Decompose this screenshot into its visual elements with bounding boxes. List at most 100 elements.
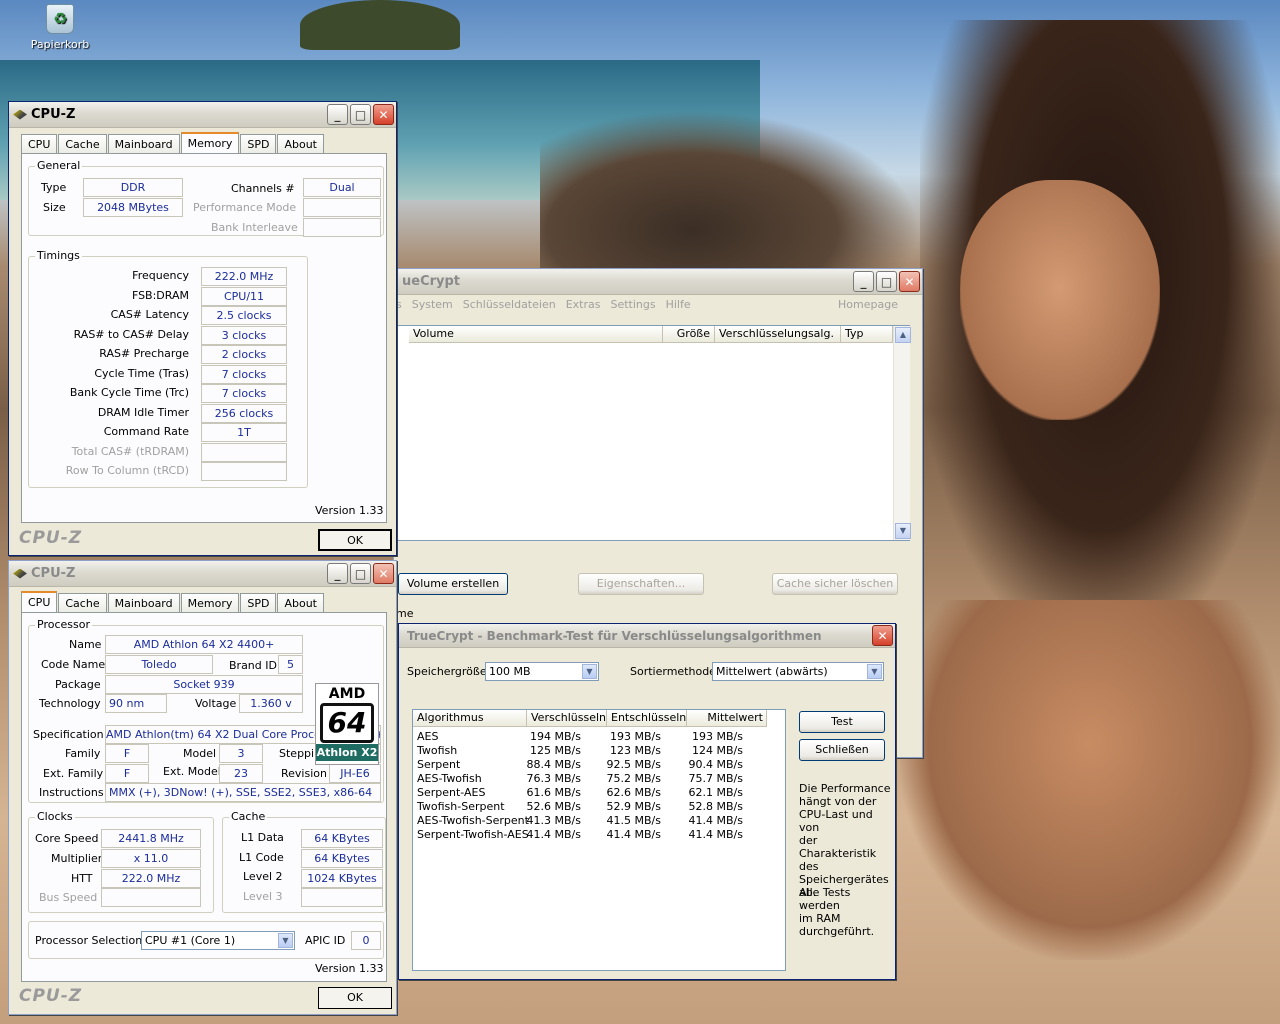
benchmark-titlebar[interactable]: TrueCrypt - Benchmark-Test für Verschlüs… [399, 624, 895, 648]
truecrypt-menubar: s System Schlüsseldateien Extras Setting… [396, 298, 922, 316]
l1-code-value: 64 KBytes [301, 849, 383, 868]
table-row[interactable]: Twofish-Serpent 52.6 MB/s 52.9 MB/s 52.8 MB… [417, 800, 767, 814]
recycle-bin-desktop-icon[interactable]: Papierkorb [30, 4, 90, 51]
tab-about[interactable]: About [277, 593, 324, 613]
create-volume-button[interactable]: Volume erstellen [398, 573, 508, 595]
col-header-mean[interactable]: Mittelwert [687, 710, 767, 727]
minimize-button[interactable]: _ [327, 563, 348, 584]
volume-list-scrollbar[interactable]: ▲ ▼ [893, 326, 911, 540]
processor-selection-select[interactable]: CPU #1 (Core 1) ▼ [141, 931, 295, 950]
menu-item-system[interactable]: System [412, 298, 453, 316]
note-line: hängt von der [799, 795, 877, 808]
mean-cell: 124 MB/s [692, 744, 743, 757]
apic-id-value: 0 [351, 931, 381, 950]
table-row[interactable]: AES-Twofish-Serpent 41.3 MB/s 41.5 MB/s 41.… [417, 814, 767, 828]
col-header-decrypt[interactable]: Entschlüsseln [607, 710, 687, 727]
mean-cell: 90.4 MB/s [688, 758, 743, 771]
timing-label: RAS# Precharge [99, 347, 189, 360]
tab-spd[interactable]: SPD [240, 593, 277, 613]
chevron-down-icon[interactable]: ▼ [582, 664, 597, 679]
cpuz-cpu-titlebar[interactable]: CPU-Z _ □ ✕ [9, 561, 396, 587]
close-button[interactable]: ✕ [373, 563, 394, 584]
truecrypt-titlebar[interactable]: ueCrypt _ □ ✕ [394, 269, 922, 295]
timing-label: Bank Cycle Time (Trc) [69, 386, 189, 399]
col-header-type[interactable]: Typ [841, 326, 893, 343]
ok-button[interactable]: OK [318, 529, 392, 551]
bank-interleave-value [303, 218, 381, 237]
recycle-bin-icon [46, 4, 74, 34]
col-header-encrypt[interactable]: Verschlüsseln [527, 710, 607, 727]
bus-speed-label: Bus Speed [39, 891, 98, 904]
minimize-button[interactable]: _ [327, 104, 348, 125]
note-line: Die Performance [799, 782, 891, 795]
col-header-size[interactable]: Größe [663, 326, 715, 343]
ok-button[interactable]: OK [318, 987, 392, 1009]
recycle-bin-label: Papierkorb [30, 38, 90, 51]
close-dialog-button[interactable]: Schließen [799, 739, 885, 761]
col-header-algorithm[interactable]: Algorithmus [413, 710, 527, 727]
table-row[interactable]: Serpent-Twofish-AES 41.4 MB/s 41.4 MB/s 41.… [417, 828, 767, 842]
cpuz-memory-titlebar[interactable]: CPU-Z _ □ ✕ [9, 102, 396, 128]
type-label: Type [41, 181, 67, 194]
tab-mainboard[interactable]: Mainboard [107, 134, 180, 154]
ext-family-value: F [105, 764, 149, 783]
technology-value: 90 nm [105, 694, 167, 713]
buffer-size-select[interactable]: 100 MB ▼ [485, 662, 599, 681]
tab-cpu[interactable]: CPU [21, 134, 58, 154]
chevron-down-icon[interactable]: ▼ [278, 933, 293, 948]
algorithm-cell: AES-Twofish-Serpent [417, 814, 529, 827]
timing-value: CPU/11 [201, 286, 287, 306]
close-button[interactable]: ✕ [899, 271, 920, 292]
tab-cpu[interactable]: CPU [21, 591, 58, 613]
tab-spd[interactable]: SPD [240, 134, 277, 154]
wipe-cache-button[interactable]: Cache sicher löschen [772, 573, 898, 595]
amd-logo-text: AMD [328, 686, 366, 702]
cpuz-memory-title: CPU-Z [31, 107, 76, 122]
note-line: CPU-Last und von [799, 808, 873, 834]
test-button[interactable]: Test [799, 711, 885, 733]
col-header-algorithm[interactable]: Verschlüsselungsalg. [715, 326, 841, 343]
performance-note: Die Performance hängt von der CPU-Last u… [799, 782, 893, 899]
specification-label: Specification [33, 728, 104, 741]
menu-item-settings[interactable]: Settings [610, 298, 655, 316]
maximize-button[interactable]: □ [350, 563, 371, 584]
menu-item-extras[interactable]: Extras [566, 298, 601, 316]
size-label: Size [43, 201, 66, 214]
table-row[interactable]: Serpent 88.4 MB/s 92.5 MB/s 90.4 MB/s [417, 758, 767, 772]
benchmark-results-list[interactable]: Algorithmus Verschlüsseln Entschlüsseln … [412, 709, 786, 971]
benchmark-close-button[interactable]: ✕ [872, 625, 893, 646]
scroll-up-button[interactable]: ▲ [895, 327, 911, 343]
clocks-legend: Clocks [35, 810, 75, 823]
buffer-size-label: Speichergröße: [407, 665, 491, 678]
menu-item-help[interactable]: Hilfe [666, 298, 691, 316]
tab-about[interactable]: About [277, 134, 324, 154]
minimize-button[interactable]: _ [853, 271, 874, 292]
close-button[interactable]: ✕ [373, 104, 394, 125]
tab-memory[interactable]: Memory [180, 132, 240, 154]
ext-model-label: Ext. Model [163, 765, 221, 778]
decrypt-cell: 41.4 MB/s [606, 828, 661, 841]
tab-mainboard[interactable]: Mainboard [107, 593, 180, 613]
col-header-volume[interactable]: Volume [409, 326, 663, 343]
tab-cache[interactable]: Cache [58, 593, 107, 613]
table-row[interactable]: AES 194 MB/s 193 MB/s 193 MB/s [417, 730, 767, 744]
family-label: Family [65, 747, 101, 760]
chevron-down-icon[interactable]: ▼ [867, 664, 882, 679]
menu-item-keyfiles[interactable]: Schlüsseldateien [463, 298, 556, 316]
timing-value [201, 462, 287, 481]
table-row[interactable]: AES-Twofish 76.3 MB/s 75.2 MB/s 75.7 MB/s [417, 772, 767, 786]
table-row[interactable]: Serpent-AES 61.6 MB/s 62.6 MB/s 62.1 MB/s [417, 786, 767, 800]
maximize-button[interactable]: □ [876, 271, 897, 292]
sort-method-select[interactable]: Mittelwert (abwärts) ▼ [712, 662, 884, 681]
tab-cache[interactable]: Cache [58, 134, 107, 154]
table-row[interactable]: Twofish 125 MB/s 123 MB/s 124 MB/s [417, 744, 767, 758]
cpuz-brand-logo: CPU-Z [19, 528, 83, 548]
scroll-down-button[interactable]: ▼ [895, 523, 911, 539]
properties-button[interactable]: Eigenschaften... [578, 573, 704, 595]
tab-memory[interactable]: Memory [180, 593, 240, 613]
algorithm-cell: Twofish-Serpent [417, 800, 505, 813]
menu-item-homepage[interactable]: Homepage [838, 298, 898, 311]
maximize-button[interactable]: □ [350, 104, 371, 125]
decrypt-cell: 52.9 MB/s [606, 800, 661, 813]
volume-list[interactable]: Volume Größe Verschlüsselungsalg. Typ ▲ … [396, 325, 911, 541]
